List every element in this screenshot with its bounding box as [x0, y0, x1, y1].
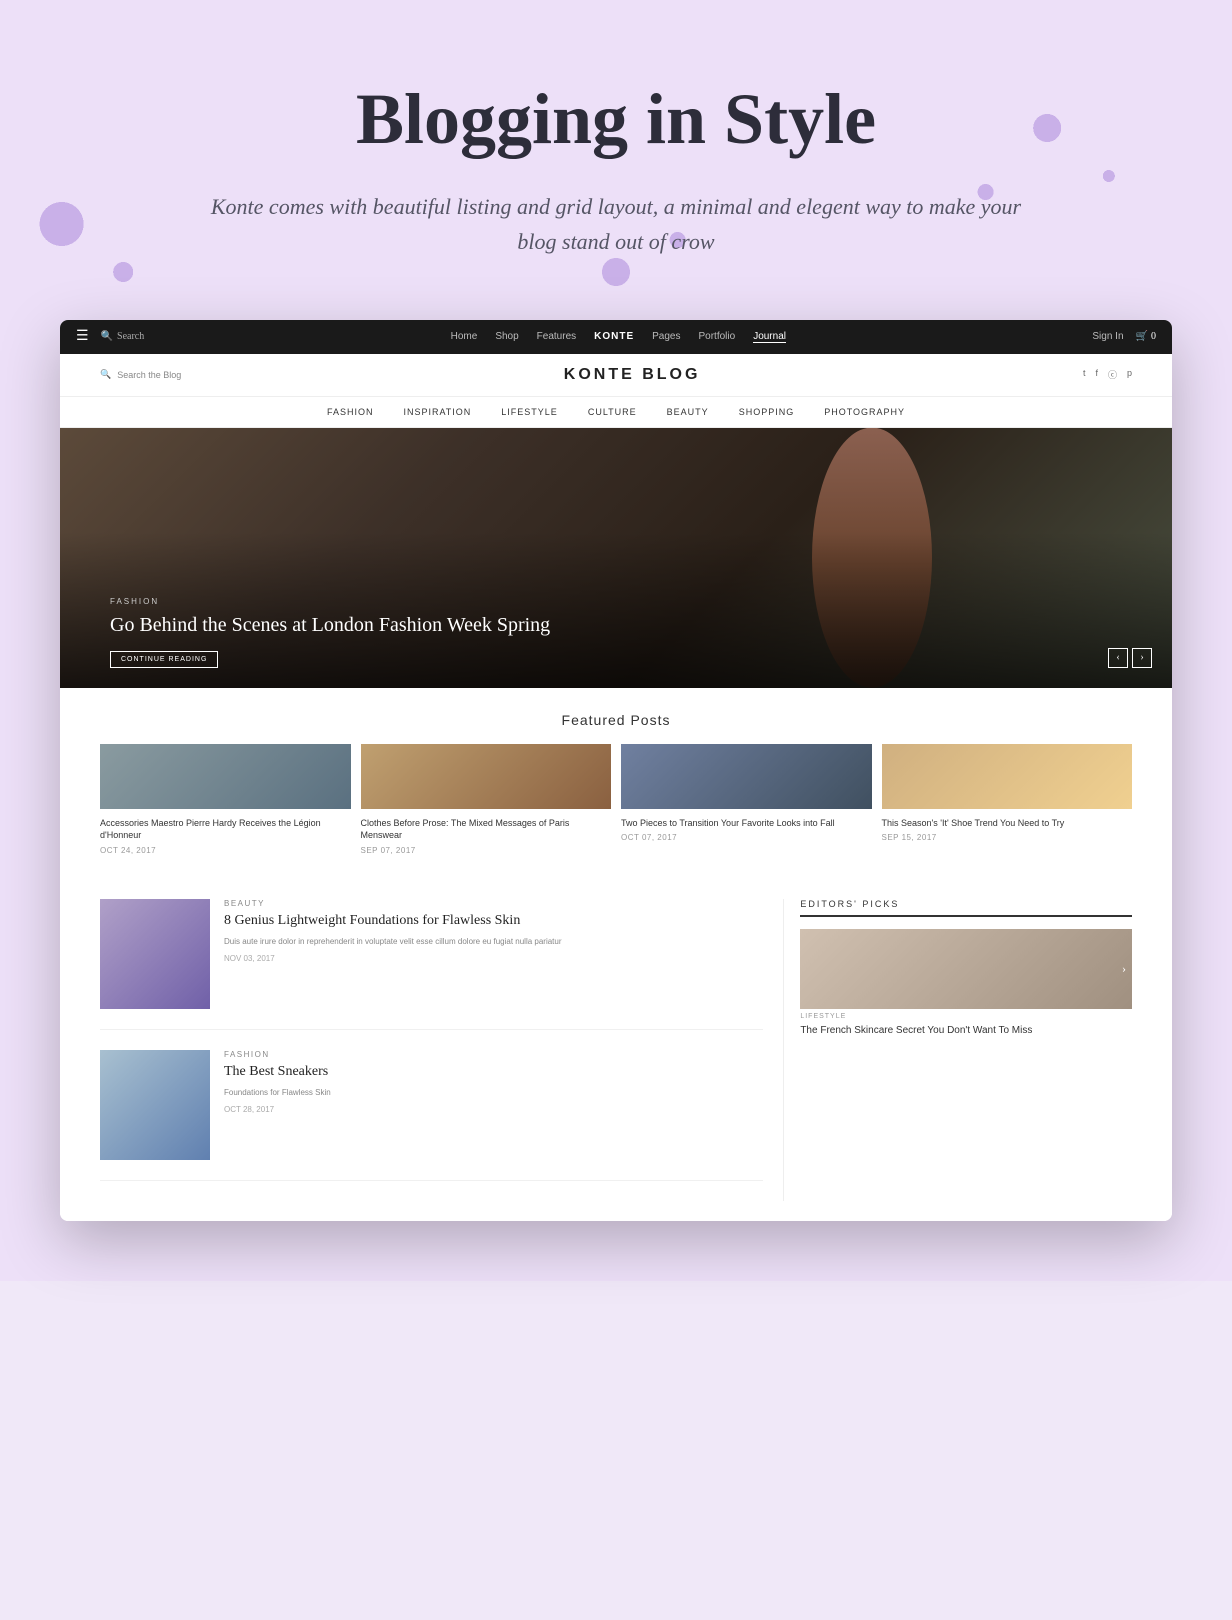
featured-item-4[interactable]: This Season's 'It' Shoe Trend You Need t… — [882, 744, 1133, 855]
nav-features[interactable]: Features — [537, 331, 576, 342]
cat-inspiration[interactable]: INSPIRATION — [403, 407, 471, 417]
nav-pages[interactable]: Pages — [652, 331, 680, 342]
featured-item-title-4: This Season's 'It' Shoe Trend You Need t… — [882, 817, 1133, 830]
nav-cart[interactable]: 🛒 0 — [1136, 331, 1156, 342]
sidebar-item-title-1[interactable]: The French Skincare Secret You Don't Wan… — [800, 1024, 1132, 1038]
sidebar: EDITORS' PICKS › LIFESTYLE The French Sk… — [783, 899, 1132, 1201]
post-tag-2: FASHION — [224, 1050, 331, 1059]
featured-item-2[interactable]: Clothes Before Prose: The Mixed Messages… — [361, 744, 612, 855]
post-body-1: BEAUTY 8 Genius Lightweight Foundations … — [224, 899, 562, 1009]
featured-img-3 — [621, 744, 872, 809]
nav-konte[interactable]: KONTE — [594, 331, 634, 342]
main-posts: BEAUTY 8 Genius Lightweight Foundations … — [100, 899, 763, 1201]
featured-item-1[interactable]: Accessories Maestro Pierre Hardy Receive… — [100, 744, 351, 855]
hero-section: Blogging in Style Konte comes with beaut… — [0, 0, 1232, 320]
sidebar-title: EDITORS' PICKS — [800, 899, 1132, 917]
featured-item-date-2: SEP 07, 2017 — [361, 846, 612, 855]
cat-culture[interactable]: CULTURE — [588, 407, 637, 417]
sidebar-item-tag-1: LIFESTYLE — [800, 1013, 1132, 1020]
featured-item-date-4: SEP 15, 2017 — [882, 833, 1133, 842]
cat-photography[interactable]: PHOTOGRAPHY — [824, 407, 905, 417]
nav-shop[interactable]: Shop — [495, 331, 518, 342]
nav-home[interactable]: Home — [451, 331, 478, 342]
post-img-1 — [100, 899, 210, 1009]
hero-content: FASHION Go Behind the Scenes at London F… — [60, 597, 600, 688]
featured-section: Featured Posts Accessories Maestro Pierr… — [60, 688, 1172, 879]
post-item-1[interactable]: BEAUTY 8 Genius Lightweight Foundations … — [100, 899, 763, 1030]
post-tag-1: BEAUTY — [224, 899, 562, 908]
featured-item-date-1: OCT 24, 2017 — [100, 846, 351, 855]
pinterest-icon[interactable]: p — [1127, 368, 1132, 381]
featured-item-title-3: Two Pieces to Transition Your Favorite L… — [621, 817, 872, 830]
blog-search[interactable]: 🔍 Search the Blog — [100, 369, 181, 380]
featured-item-title-2: Clothes Before Prose: The Mixed Messages… — [361, 817, 612, 842]
search-icon: 🔍 — [100, 369, 111, 380]
instagram-icon[interactable]: ⓒ — [1108, 368, 1117, 381]
post-item-2[interactable]: FASHION The Best Sneakers Foundations fo… — [100, 1050, 763, 1181]
twitter-icon[interactable]: t — [1083, 368, 1086, 381]
nav-search-button[interactable]: 🔍 Search — [101, 331, 145, 342]
featured-item-title-1: Accessories Maestro Pierre Hardy Receive… — [100, 817, 351, 842]
featured-title: Featured Posts — [100, 712, 1132, 728]
hero-post-tag: FASHION — [110, 597, 550, 606]
post-excerpt-1: Duis aute irure dolor in reprehenderit i… — [224, 936, 562, 948]
hamburger-icon[interactable]: ☰ — [76, 328, 89, 345]
post-date-2: OCT 28, 2017 — [224, 1105, 331, 1114]
featured-item-date-3: OCT 07, 2017 — [621, 833, 872, 842]
category-nav: FASHION INSPIRATION LIFESTYLE CULTURE BE… — [60, 397, 1172, 428]
sidebar-arrow-icon: › — [1122, 961, 1126, 976]
featured-item-3[interactable]: Two Pieces to Transition Your Favorite L… — [621, 744, 872, 855]
cat-fashion[interactable]: FASHION — [327, 407, 374, 417]
hero-next-button[interactable]: › — [1132, 648, 1152, 668]
search-icon: 🔍 — [101, 331, 113, 342]
post-excerpt-2: Foundations for Flawless Skin — [224, 1087, 331, 1099]
nav-portfolio[interactable]: Portfolio — [699, 331, 736, 342]
main-content: BEAUTY 8 Genius Lightweight Foundations … — [60, 879, 1172, 1221]
post-img-2 — [100, 1050, 210, 1160]
cat-shopping[interactable]: SHOPPING — [739, 407, 795, 417]
post-title-1[interactable]: 8 Genius Lightweight Foundations for Fla… — [224, 912, 562, 930]
nav-signin[interactable]: Sign In — [1092, 331, 1123, 342]
hero-prev-button[interactable]: ‹ — [1108, 648, 1128, 668]
hero-cta-button[interactable]: CONTINUE READING — [110, 651, 218, 668]
nav-bar: ☰ 🔍 Search Home Shop Features KONTE Page… — [60, 320, 1172, 354]
nav-journal[interactable]: Journal — [753, 331, 786, 343]
facebook-icon[interactable]: f — [1095, 368, 1098, 381]
cat-beauty[interactable]: BEAUTY — [667, 407, 709, 417]
nav-search-label: Search — [117, 331, 144, 342]
sidebar-img-1[interactable]: › — [800, 929, 1132, 1009]
featured-img-1 — [100, 744, 351, 809]
post-body-2: FASHION The Best Sneakers Foundations fo… — [224, 1050, 331, 1160]
featured-img-4 — [882, 744, 1133, 809]
blog-search-label: Search the Blog — [117, 370, 181, 380]
featured-grid: Accessories Maestro Pierre Hardy Receive… — [100, 744, 1132, 855]
browser-wrapper: ☰ 🔍 Search Home Shop Features KONTE Page… — [0, 320, 1232, 1281]
blog-social-links: t f ⓒ p — [1083, 368, 1132, 381]
post-date-1: NOV 03, 2017 — [224, 954, 562, 963]
hero-title: Blogging in Style — [200, 80, 1032, 159]
browser-mockup: ☰ 🔍 Search Home Shop Features KONTE Page… — [60, 320, 1172, 1221]
blog-title: KONTE BLOG — [564, 366, 701, 384]
hero-image-container: FASHION Go Behind the Scenes at London F… — [60, 428, 1172, 688]
hero-post-title: Go Behind the Scenes at London Fashion W… — [110, 612, 550, 638]
hero-subtitle: Konte comes with beautiful listing and g… — [200, 189, 1032, 259]
featured-img-2 — [361, 744, 612, 809]
nav-links: Home Shop Features KONTE Pages Portfolio… — [451, 331, 786, 343]
post-title-2[interactable]: The Best Sneakers — [224, 1063, 331, 1081]
hero-nav-buttons: ‹ › — [1108, 648, 1152, 668]
cat-lifestyle[interactable]: LIFESTYLE — [501, 407, 558, 417]
nav-right: Sign In 🛒 0 — [1092, 331, 1156, 342]
blog-header: 🔍 Search the Blog KONTE BLOG t f ⓒ p — [60, 354, 1172, 397]
